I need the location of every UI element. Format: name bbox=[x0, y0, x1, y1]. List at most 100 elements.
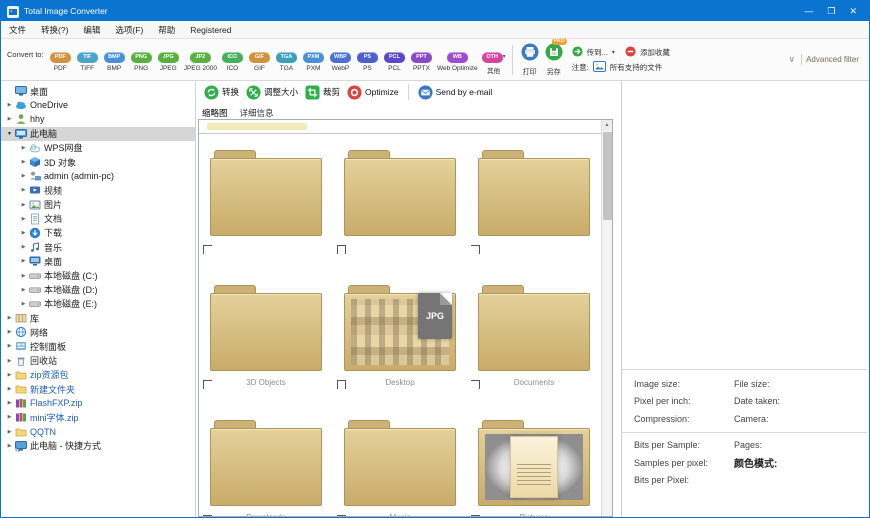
action-button-optimize[interactable]: Optimize bbox=[347, 85, 399, 100]
tree-item-wps网盘[interactable]: ▶WPS网盘 bbox=[1, 141, 195, 155]
menu-item-1[interactable]: 转换(?) bbox=[41, 24, 68, 36]
tree-item-zip资源包[interactable]: ▶zip资源包 bbox=[1, 368, 195, 382]
expand-arrow-icon[interactable]: ▶ bbox=[19, 187, 28, 193]
format-button-ico[interactable]: ICOICO bbox=[220, 44, 245, 73]
scrollbar[interactable]: ▲ bbox=[601, 120, 612, 516]
expand-arrow-icon[interactable]: ▶ bbox=[19, 287, 28, 293]
tree-item-桌面[interactable]: ▶桌面 bbox=[1, 254, 195, 268]
close-button[interactable]: ✕ bbox=[849, 6, 857, 17]
chevron-down-icon[interactable]: ∨ bbox=[788, 54, 802, 65]
tree-item-控制面板[interactable]: ▶控制面板 bbox=[1, 339, 195, 353]
collapse-arrow-icon[interactable]: ▼ bbox=[5, 131, 14, 137]
send-to-button[interactable]: 传到... bbox=[587, 47, 608, 58]
action-button-调整大小[interactable]: 调整大小 bbox=[246, 85, 298, 100]
folder-icon[interactable]: JPG bbox=[344, 285, 456, 371]
tree-item-视频[interactable]: ▶视频 bbox=[1, 183, 195, 197]
format-button-webp[interactable]: WBPWebP bbox=[328, 44, 353, 73]
format-button-pxm[interactable]: PXMPXM bbox=[301, 44, 326, 73]
expand-arrow-icon[interactable]: ▶ bbox=[5, 429, 14, 435]
expand-arrow-icon[interactable]: ▶ bbox=[19, 145, 28, 151]
expand-arrow-icon[interactable]: ▶ bbox=[5, 372, 14, 378]
folder-icon[interactable] bbox=[478, 285, 590, 371]
format-button-pcl[interactable]: PCLPCL bbox=[382, 44, 407, 73]
advanced-filter[interactable]: ∨ Advanced filter bbox=[788, 54, 865, 65]
menu-item-3[interactable]: 选项(F) bbox=[115, 24, 143, 36]
folder-item-desktop[interactable]: JPGDesktop bbox=[333, 285, 467, 371]
format-dropdown-icon[interactable]: ▾ bbox=[503, 54, 506, 60]
menu-item-2[interactable]: 编辑 bbox=[83, 24, 100, 36]
folder-icon[interactable] bbox=[210, 285, 322, 371]
menu-item-0[interactable]: 文件 bbox=[9, 24, 26, 36]
file-filter-value[interactable]: 所有支持的文件 bbox=[610, 62, 663, 73]
minimize-button[interactable]: — bbox=[804, 6, 813, 17]
format-button-jpeg[interactable]: JPGJPEG bbox=[156, 44, 181, 73]
expand-arrow-icon[interactable]: ▶ bbox=[5, 414, 14, 420]
expand-arrow-icon[interactable]: ▶ bbox=[19, 273, 28, 279]
format-button-jpeg-2000[interactable]: JP2JPEG 2000 bbox=[183, 44, 218, 73]
folder-item[interactable] bbox=[467, 150, 601, 236]
scrollbar-thumb[interactable] bbox=[603, 132, 612, 220]
format-button-tiff[interactable]: TIFTIFF bbox=[75, 44, 100, 73]
folder-item-pictures[interactable]: Pictures bbox=[467, 420, 601, 506]
tree-item-此电脑-快捷方式[interactable]: ▶此电脑 - 快捷方式 bbox=[1, 439, 195, 453]
expand-arrow-icon[interactable]: ▶ bbox=[19, 258, 28, 264]
expand-arrow-icon[interactable]: ▶ bbox=[5, 315, 14, 321]
tree-item-admin-admin-pc-[interactable]: ▶admin (admin-pc) bbox=[1, 169, 195, 183]
format-button-gif[interactable]: GIFGIF bbox=[247, 44, 272, 73]
tree-item-qqtn[interactable]: ▶QQTN bbox=[1, 425, 195, 439]
format-button-png[interactable]: PNGPNG bbox=[129, 44, 154, 73]
folder-icon[interactable] bbox=[210, 150, 322, 236]
expand-arrow-icon[interactable]: ▶ bbox=[5, 443, 14, 449]
expand-arrow-icon[interactable]: ▶ bbox=[5, 102, 14, 108]
format-button-bmp[interactable]: BMPBMP bbox=[102, 44, 127, 73]
tree-item-本地磁盘-d-[interactable]: ▶本地磁盘 (D:) bbox=[1, 283, 195, 297]
folder-icon[interactable] bbox=[478, 420, 590, 506]
selection-checkbox[interactable] bbox=[471, 245, 480, 254]
tree-item-音乐[interactable]: ▶音乐 bbox=[1, 240, 195, 254]
expand-arrow-icon[interactable]: ▶ bbox=[5, 116, 14, 122]
tree-item-桌面[interactable]: 桌面 bbox=[1, 84, 195, 98]
tab-thumbnails[interactable]: 缩略图 bbox=[202, 107, 228, 119]
selection-checkbox[interactable] bbox=[203, 245, 212, 254]
tree-item-本地磁盘-c-[interactable]: ▶本地磁盘 (C:) bbox=[1, 268, 195, 282]
tree-item-库[interactable]: ▶库 bbox=[1, 311, 195, 325]
expand-arrow-icon[interactable]: ▶ bbox=[19, 202, 28, 208]
tree-item-flashfxp-zip[interactable]: ▶FlashFXP.zip bbox=[1, 396, 195, 410]
menu-item-5[interactable]: Registered bbox=[190, 25, 231, 35]
expand-arrow-icon[interactable]: ▶ bbox=[5, 358, 14, 364]
expand-arrow-icon[interactable]: ▶ bbox=[5, 343, 14, 349]
print-button[interactable]: 打印 bbox=[521, 43, 539, 77]
format-button-pdf[interactable]: PDFPDF bbox=[48, 44, 73, 73]
tree-item-本地磁盘-e-[interactable]: ▶本地磁盘 (E:) bbox=[1, 297, 195, 311]
expand-arrow-icon[interactable]: ▶ bbox=[19, 159, 28, 165]
action-button-转换[interactable]: 转换 bbox=[204, 85, 239, 100]
folder-icon[interactable] bbox=[478, 150, 590, 236]
format-button-pptx[interactable]: PPTPPTX bbox=[409, 44, 434, 73]
format-button-ps[interactable]: PSPS bbox=[355, 44, 380, 73]
tab-details[interactable]: 详细信息 bbox=[240, 107, 274, 119]
expand-arrow-icon[interactable]: ▶ bbox=[19, 244, 28, 250]
selection-checkbox[interactable] bbox=[337, 245, 346, 254]
tree-item-下载[interactable]: ▶下载 bbox=[1, 226, 195, 240]
tree-item-3d-对象[interactable]: ▶3D 对象 bbox=[1, 155, 195, 169]
expand-arrow-icon[interactable]: ▶ bbox=[19, 230, 28, 236]
send-to-dropdown-icon[interactable]: ▾ bbox=[612, 49, 615, 56]
expand-arrow-icon[interactable]: ▶ bbox=[19, 301, 28, 307]
folder-icon[interactable] bbox=[210, 420, 322, 506]
tree-item-图片[interactable]: ▶图片 bbox=[1, 198, 195, 212]
folder-item-documents[interactable]: Documents bbox=[467, 285, 601, 371]
folder-item-3d-objects[interactable]: 3D Objects bbox=[199, 285, 333, 371]
tree-item-onedrive[interactable]: ▶OneDrive bbox=[1, 98, 195, 112]
folder-item[interactable] bbox=[199, 150, 333, 236]
expand-arrow-icon[interactable]: ▶ bbox=[5, 386, 14, 392]
menu-item-4[interactable]: 帮助 bbox=[158, 24, 175, 36]
folder-item-downloads[interactable]: Downloads bbox=[199, 420, 333, 506]
format-button-tga[interactable]: TGATGA bbox=[274, 44, 299, 73]
tree-item-文档[interactable]: ▶文档 bbox=[1, 212, 195, 226]
scroll-up-button[interactable]: ▲ bbox=[602, 120, 612, 131]
action-button-send-by-e-mail[interactable]: Send by e-mail bbox=[418, 85, 493, 100]
format-button-其他[interactable]: OTH▾其他 bbox=[481, 44, 507, 76]
tree-item-mini字体-zip[interactable]: ▶mini字体.zip bbox=[1, 410, 195, 424]
folder-icon[interactable] bbox=[344, 420, 456, 506]
expand-arrow-icon[interactable]: ▶ bbox=[19, 173, 28, 179]
